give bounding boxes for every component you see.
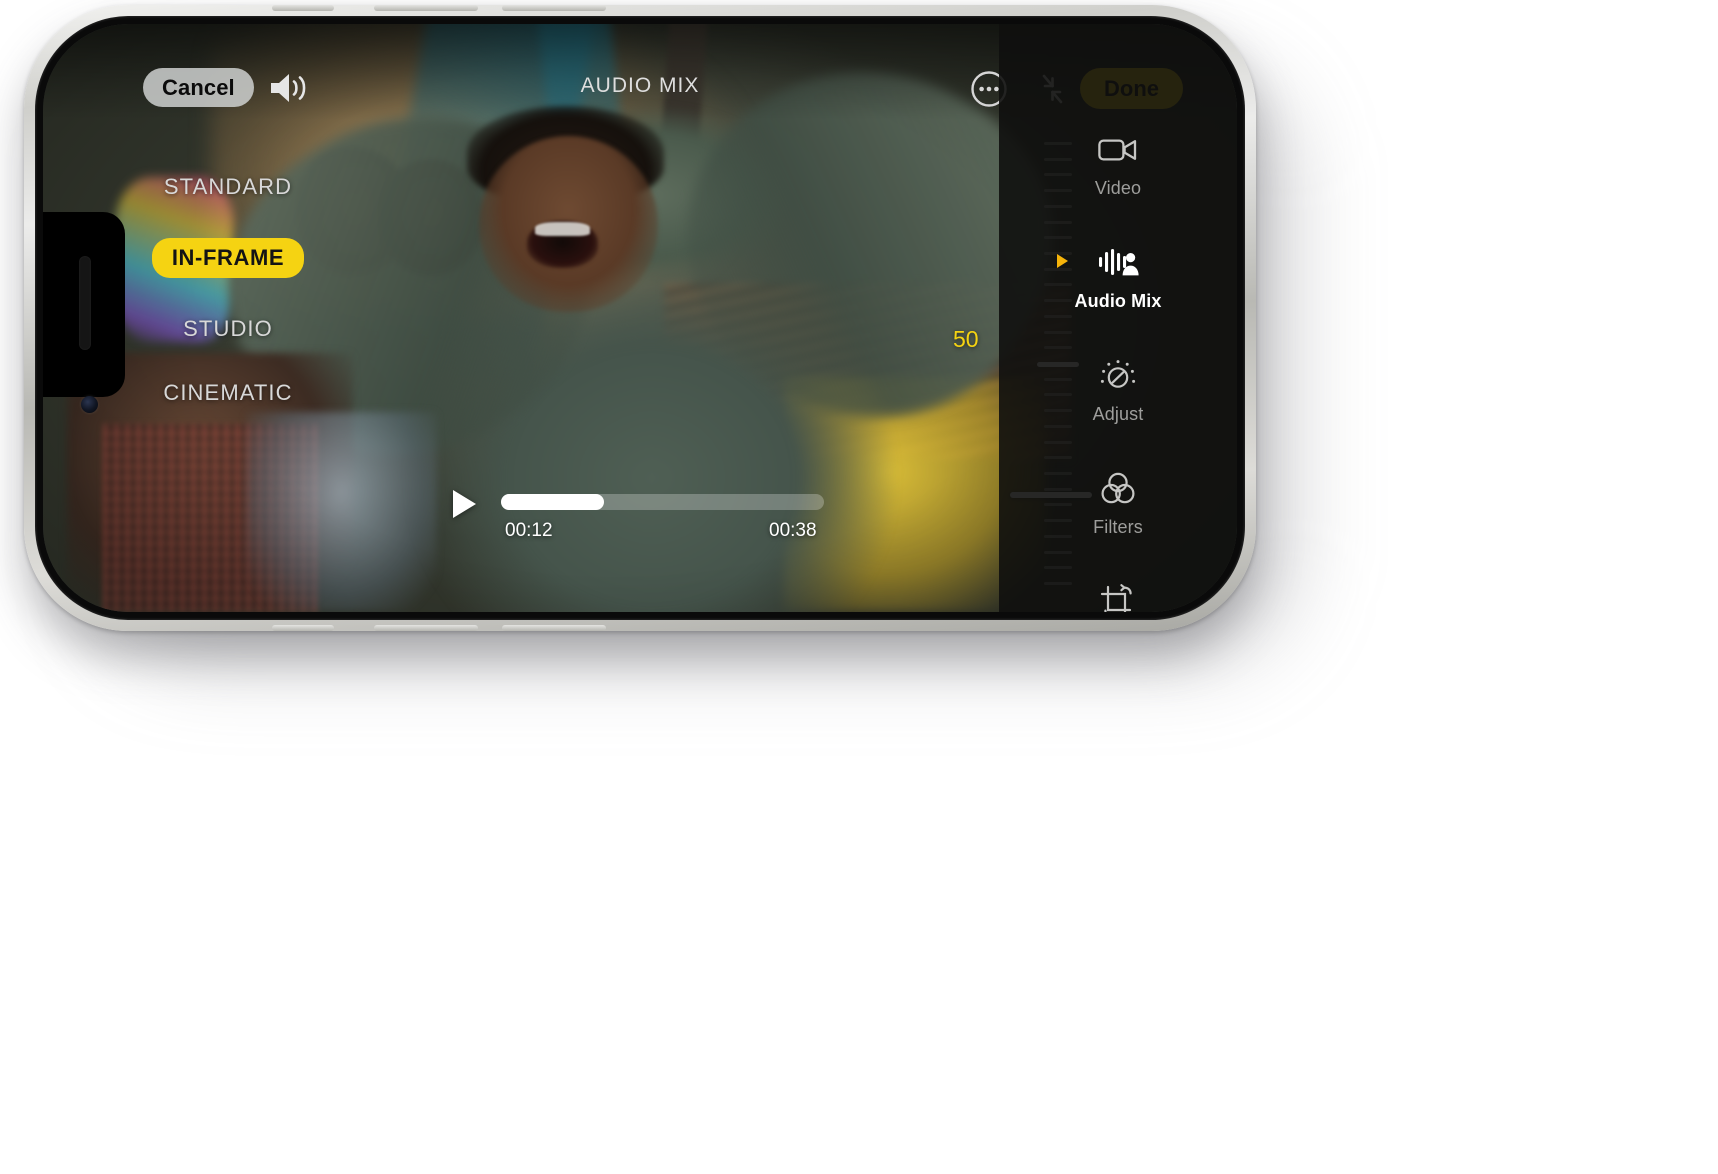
playback-current-time: 00:12 (505, 520, 553, 541)
tool-filters-label: Filters (1093, 517, 1143, 537)
device-speaker-grille-a (272, 625, 334, 631)
front-camera-icon (81, 396, 98, 413)
editor-tool-panel: Video Audio Mix Adjust Filters (999, 24, 1237, 612)
adjust-dial-icon (1095, 356, 1141, 396)
device-speaker-grille-c (502, 625, 606, 631)
mode-option-cinematic[interactable]: CINEMATIC (163, 380, 292, 406)
tool-adjust[interactable]: Adjust (1043, 356, 1193, 425)
mode-option-studio[interactable]: STUDIO (183, 316, 273, 342)
device-button-volume-down[interactable] (502, 5, 606, 11)
tool-adjust-label: Adjust (1092, 404, 1144, 424)
crop-rotate-icon (1095, 582, 1141, 612)
tool-crop[interactable]: Crop (1043, 582, 1193, 612)
mode-option-standard[interactable]: STANDARD (164, 174, 292, 200)
device-screen: Cancel AUDIO MIX STANDARD IN-FRAME STUDI… (43, 24, 1237, 612)
editor-tool-list: Video Audio Mix Adjust Filters (999, 130, 1237, 612)
device-button-volume-up[interactable] (374, 5, 478, 11)
active-marker-icon (1057, 254, 1068, 268)
filters-circles-icon (1095, 469, 1141, 509)
screenshot-root: Cancel AUDIO MIX STANDARD IN-FRAME STUDI… (0, 0, 1718, 1174)
slider-value-label: 50 (953, 326, 979, 352)
play-triangle-icon[interactable] (453, 490, 476, 518)
tool-video[interactable]: Video (1043, 130, 1193, 199)
tool-filters[interactable]: Filters (1043, 469, 1193, 538)
scrubber-track[interactable] (501, 494, 824, 510)
playback-total-time: 00:38 (769, 520, 817, 541)
iphone-device-frame: Cancel AUDIO MIX STANDARD IN-FRAME STUDI… (24, 5, 1256, 631)
mode-option-in-frame[interactable]: IN-FRAME (151, 238, 305, 278)
scrubber-progress-fill (501, 494, 605, 510)
tool-audio-mix[interactable]: Audio Mix (1043, 243, 1193, 312)
device-speaker-grille-b (374, 625, 478, 631)
tool-video-label: Video (1094, 178, 1142, 198)
tool-audio-mix-label: Audio Mix (1074, 291, 1162, 311)
audio-mode-rail: STANDARD IN-FRAME STUDIO CINEMATIC (103, 174, 353, 406)
playback-controls: 00:12 00:38 (439, 476, 859, 566)
audio-mix-person-icon (1095, 243, 1141, 283)
earpiece-speaker (79, 256, 91, 350)
video-camera-icon (1095, 130, 1141, 170)
device-button-silent[interactable] (272, 5, 334, 11)
